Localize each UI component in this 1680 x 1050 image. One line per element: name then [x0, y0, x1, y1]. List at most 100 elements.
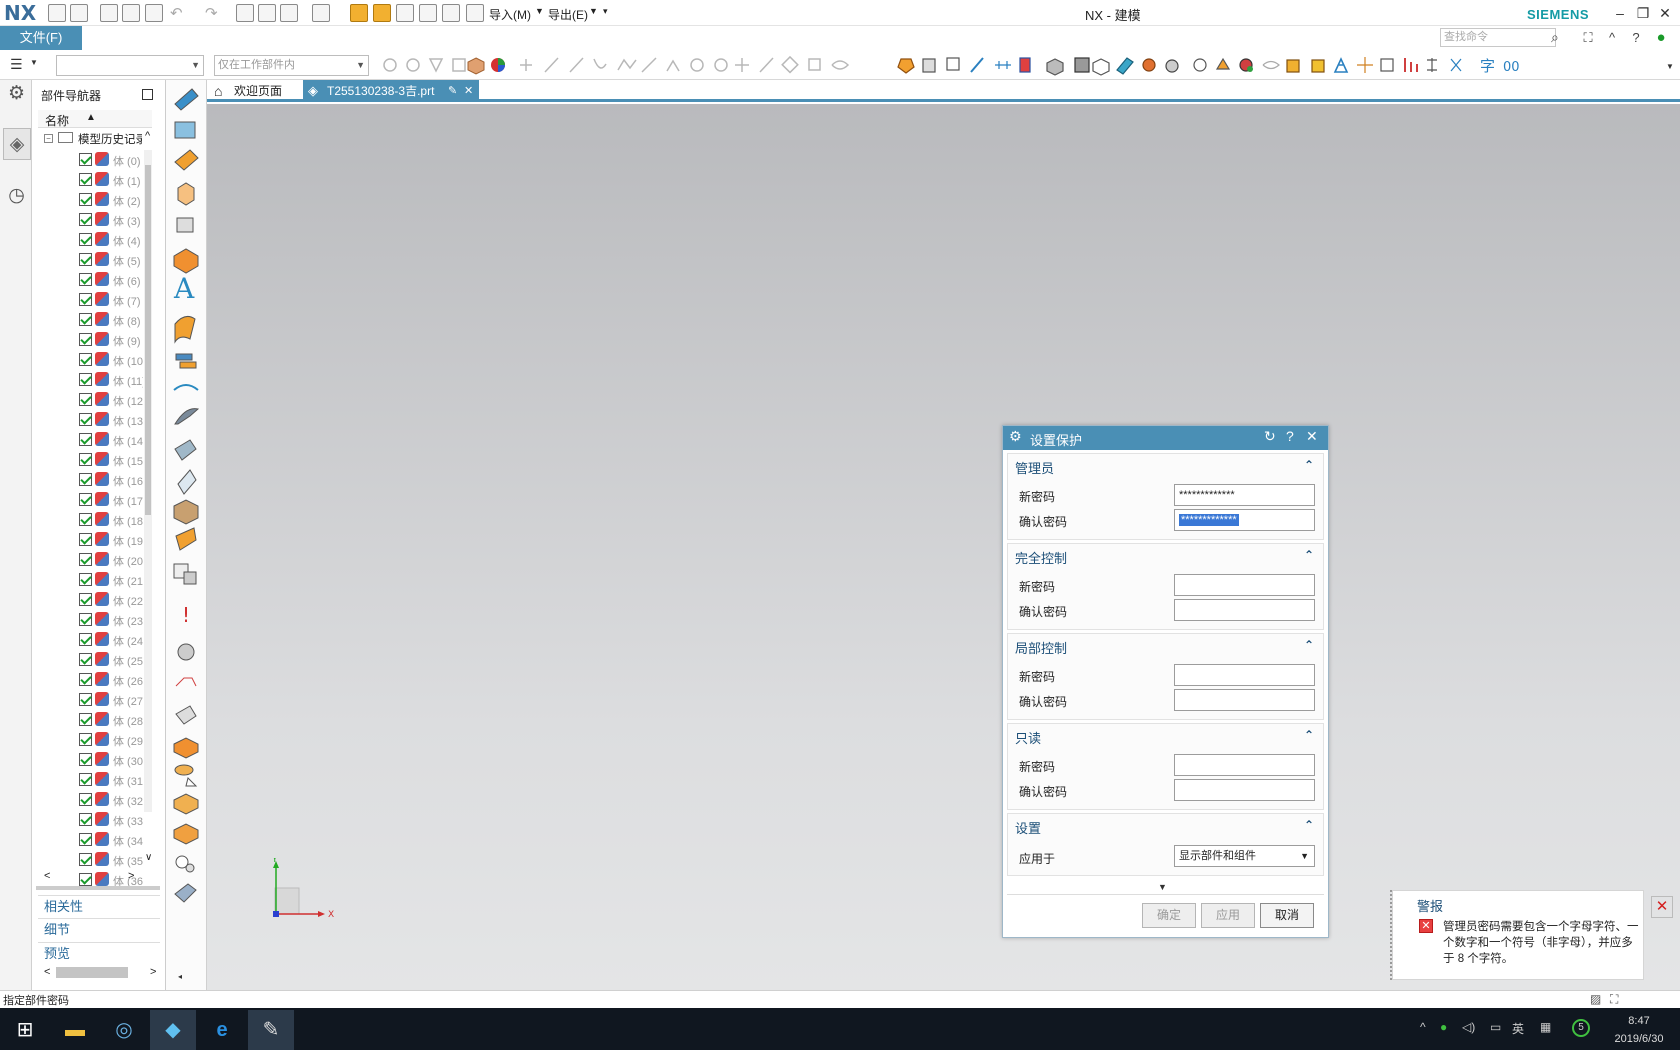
visibility-checkbox[interactable]	[79, 233, 92, 246]
strip-scroll-icon[interactable]: ◂	[178, 972, 182, 981]
chevron-down-icon[interactable]: ▼	[1666, 62, 1674, 71]
window-switch-icon[interactable]	[312, 4, 330, 22]
view-toolbar-icons[interactable]: 字 00	[895, 54, 1585, 78]
collapse-icon[interactable]: ⌃	[1304, 728, 1314, 742]
tree-body-node[interactable]: 体 (4)	[38, 230, 152, 250]
feature-tool-icons[interactable]: A !	[170, 84, 204, 914]
edge-browser-icon[interactable]: e	[199, 1010, 245, 1050]
fullscreen-icon[interactable]: ⛶	[1610, 992, 1618, 1007]
tree-body-node[interactable]: 体 (21)	[38, 570, 152, 590]
tree-body-node[interactable]: 体 (25)	[38, 650, 152, 670]
tree-body-node[interactable]: 体 (5)	[38, 250, 152, 270]
selection-filter-icon[interactable]: ▨	[1590, 992, 1601, 1006]
volume-icon[interactable]: ◁)	[1462, 1020, 1475, 1034]
tree-body-node[interactable]: 体 (28)	[38, 710, 152, 730]
app-icon[interactable]: ◎	[101, 1010, 147, 1050]
file-menu[interactable]: 文件(F)	[0, 26, 82, 50]
redo-icon[interactable]: ↷	[205, 4, 223, 22]
status-indicator-icon[interactable]: ●	[1652, 29, 1670, 47]
cancel-button[interactable]: 取消	[1260, 903, 1314, 928]
admin-confirm-password-field[interactable]: *************	[1174, 509, 1315, 531]
fullscreen-icon[interactable]: ⛶	[1579, 29, 1597, 47]
visibility-checkbox[interactable]	[79, 713, 92, 726]
visibility-checkbox[interactable]	[79, 433, 92, 446]
collapse-icon[interactable]: ⌃	[1304, 818, 1314, 832]
visibility-checkbox[interactable]	[79, 393, 92, 406]
visibility-checkbox[interactable]	[79, 573, 92, 586]
group-title-partial-control[interactable]: 局部控制	[1015, 638, 1067, 657]
collapse-icon[interactable]: ⌃	[1304, 638, 1314, 652]
tree-body-node[interactable]: 体 (22)	[38, 590, 152, 610]
apply-to-select[interactable]: 显示部件和组件 ▼	[1174, 845, 1315, 867]
tree-body-node[interactable]: 体 (35)	[38, 850, 152, 870]
visibility-checkbox[interactable]	[79, 513, 92, 526]
tree-body-node[interactable]: 体 (16)	[38, 470, 152, 490]
visibility-checkbox[interactable]	[79, 353, 92, 366]
visibility-checkbox[interactable]	[79, 753, 92, 766]
visibility-checkbox[interactable]	[79, 493, 92, 506]
export-menu[interactable]: 导出(E)	[548, 6, 588, 23]
tree-body-node[interactable]: 体 (31)	[38, 770, 152, 790]
new-icon[interactable]	[48, 4, 66, 22]
tree-body-node[interactable]: 体 (20)	[38, 550, 152, 570]
panel-splitter[interactable]	[36, 886, 160, 890]
full-control-confirm-password-field[interactable]	[1174, 599, 1315, 621]
snap-toolbar-icons[interactable]	[380, 54, 880, 78]
partial-control-new-password-field[interactable]	[1174, 664, 1315, 686]
visibility-checkbox[interactable]	[79, 173, 92, 186]
minimize-icon[interactable]: –	[1611, 4, 1629, 22]
camera-icon[interactable]	[258, 4, 276, 22]
assembly-icon[interactable]	[280, 4, 298, 22]
system-clock[interactable]: 8:47 2019/6/30	[1604, 1012, 1674, 1048]
input-method[interactable]: 英	[1512, 1020, 1524, 1037]
help-icon[interactable]: ?	[1286, 428, 1294, 444]
visibility-checkbox[interactable]	[79, 533, 92, 546]
monitor-icon[interactable]: ▭	[1490, 1020, 1501, 1034]
admin-new-password-field[interactable]: *************	[1174, 484, 1315, 506]
group-title-full-control[interactable]: 完全控制	[1015, 548, 1067, 567]
gear-group2-icon[interactable]	[373, 4, 391, 22]
tree-body-node[interactable]: 体 (32)	[38, 790, 152, 810]
visibility-checkbox[interactable]	[79, 273, 92, 286]
help-icon[interactable]: ?	[1627, 29, 1645, 47]
settings2-icon[interactable]	[419, 4, 437, 22]
tree-body-node[interactable]: 体 (34)	[38, 830, 152, 850]
visibility-checkbox[interactable]	[79, 653, 92, 666]
read-only-confirm-password-field[interactable]	[1174, 779, 1315, 801]
read-only-new-password-field[interactable]	[1174, 754, 1315, 776]
save-as-icon[interactable]	[122, 4, 140, 22]
group-title-administrator[interactable]: 管理员	[1015, 458, 1054, 477]
settings3-icon[interactable]	[442, 4, 460, 22]
tree-body-node[interactable]: 体 (29)	[38, 730, 152, 750]
tree-body-node[interactable]: 体 (12)	[38, 390, 152, 410]
scroll-down-icon[interactable]: ∨	[145, 852, 152, 863]
visibility-checkbox[interactable]	[79, 333, 92, 346]
tree-body-node[interactable]: 体 (7)	[38, 290, 152, 310]
gear-group-icon[interactable]	[350, 4, 368, 22]
tree-body-node[interactable]: 体 (8)	[38, 310, 152, 330]
visibility-checkbox[interactable]	[79, 213, 92, 226]
visibility-checkbox[interactable]	[79, 693, 92, 706]
apply-button[interactable]: 应用	[1201, 903, 1255, 928]
collapse-icon[interactable]: ⌃	[1304, 458, 1314, 472]
chevron-down-icon[interactable]: ▼	[30, 58, 38, 67]
tree-scroll-thumb[interactable]	[145, 165, 151, 515]
visibility-checkbox[interactable]	[79, 733, 92, 746]
tree-body-node[interactable]: 体 (13)	[38, 410, 152, 430]
visibility-checkbox[interactable]	[79, 553, 92, 566]
network-status-icon[interactable]: ●	[1440, 1020, 1447, 1034]
tree-body-node[interactable]: 体 (23)	[38, 610, 152, 630]
file-explorer-icon[interactable]: ▬	[52, 1010, 98, 1050]
visibility-checkbox[interactable]	[79, 293, 92, 306]
close-icon[interactable]: ✕	[1656, 4, 1674, 22]
chevron-down-icon[interactable]: ▼	[589, 6, 598, 16]
paint-icon[interactable]: ✎	[248, 1010, 294, 1050]
tree-body-node[interactable]: 体 (14)	[38, 430, 152, 450]
windows-start-icon[interactable]: ⊞	[2, 1010, 48, 1050]
visibility-checkbox[interactable]	[79, 813, 92, 826]
notification-badge[interactable]: 5	[1572, 1019, 1590, 1037]
group-title-settings[interactable]: 设置	[1015, 818, 1041, 837]
visibility-checkbox[interactable]	[79, 873, 92, 886]
tree-body-node[interactable]: 体 (2)	[38, 190, 152, 210]
chevron-down-icon[interactable]: ▼	[535, 6, 544, 16]
